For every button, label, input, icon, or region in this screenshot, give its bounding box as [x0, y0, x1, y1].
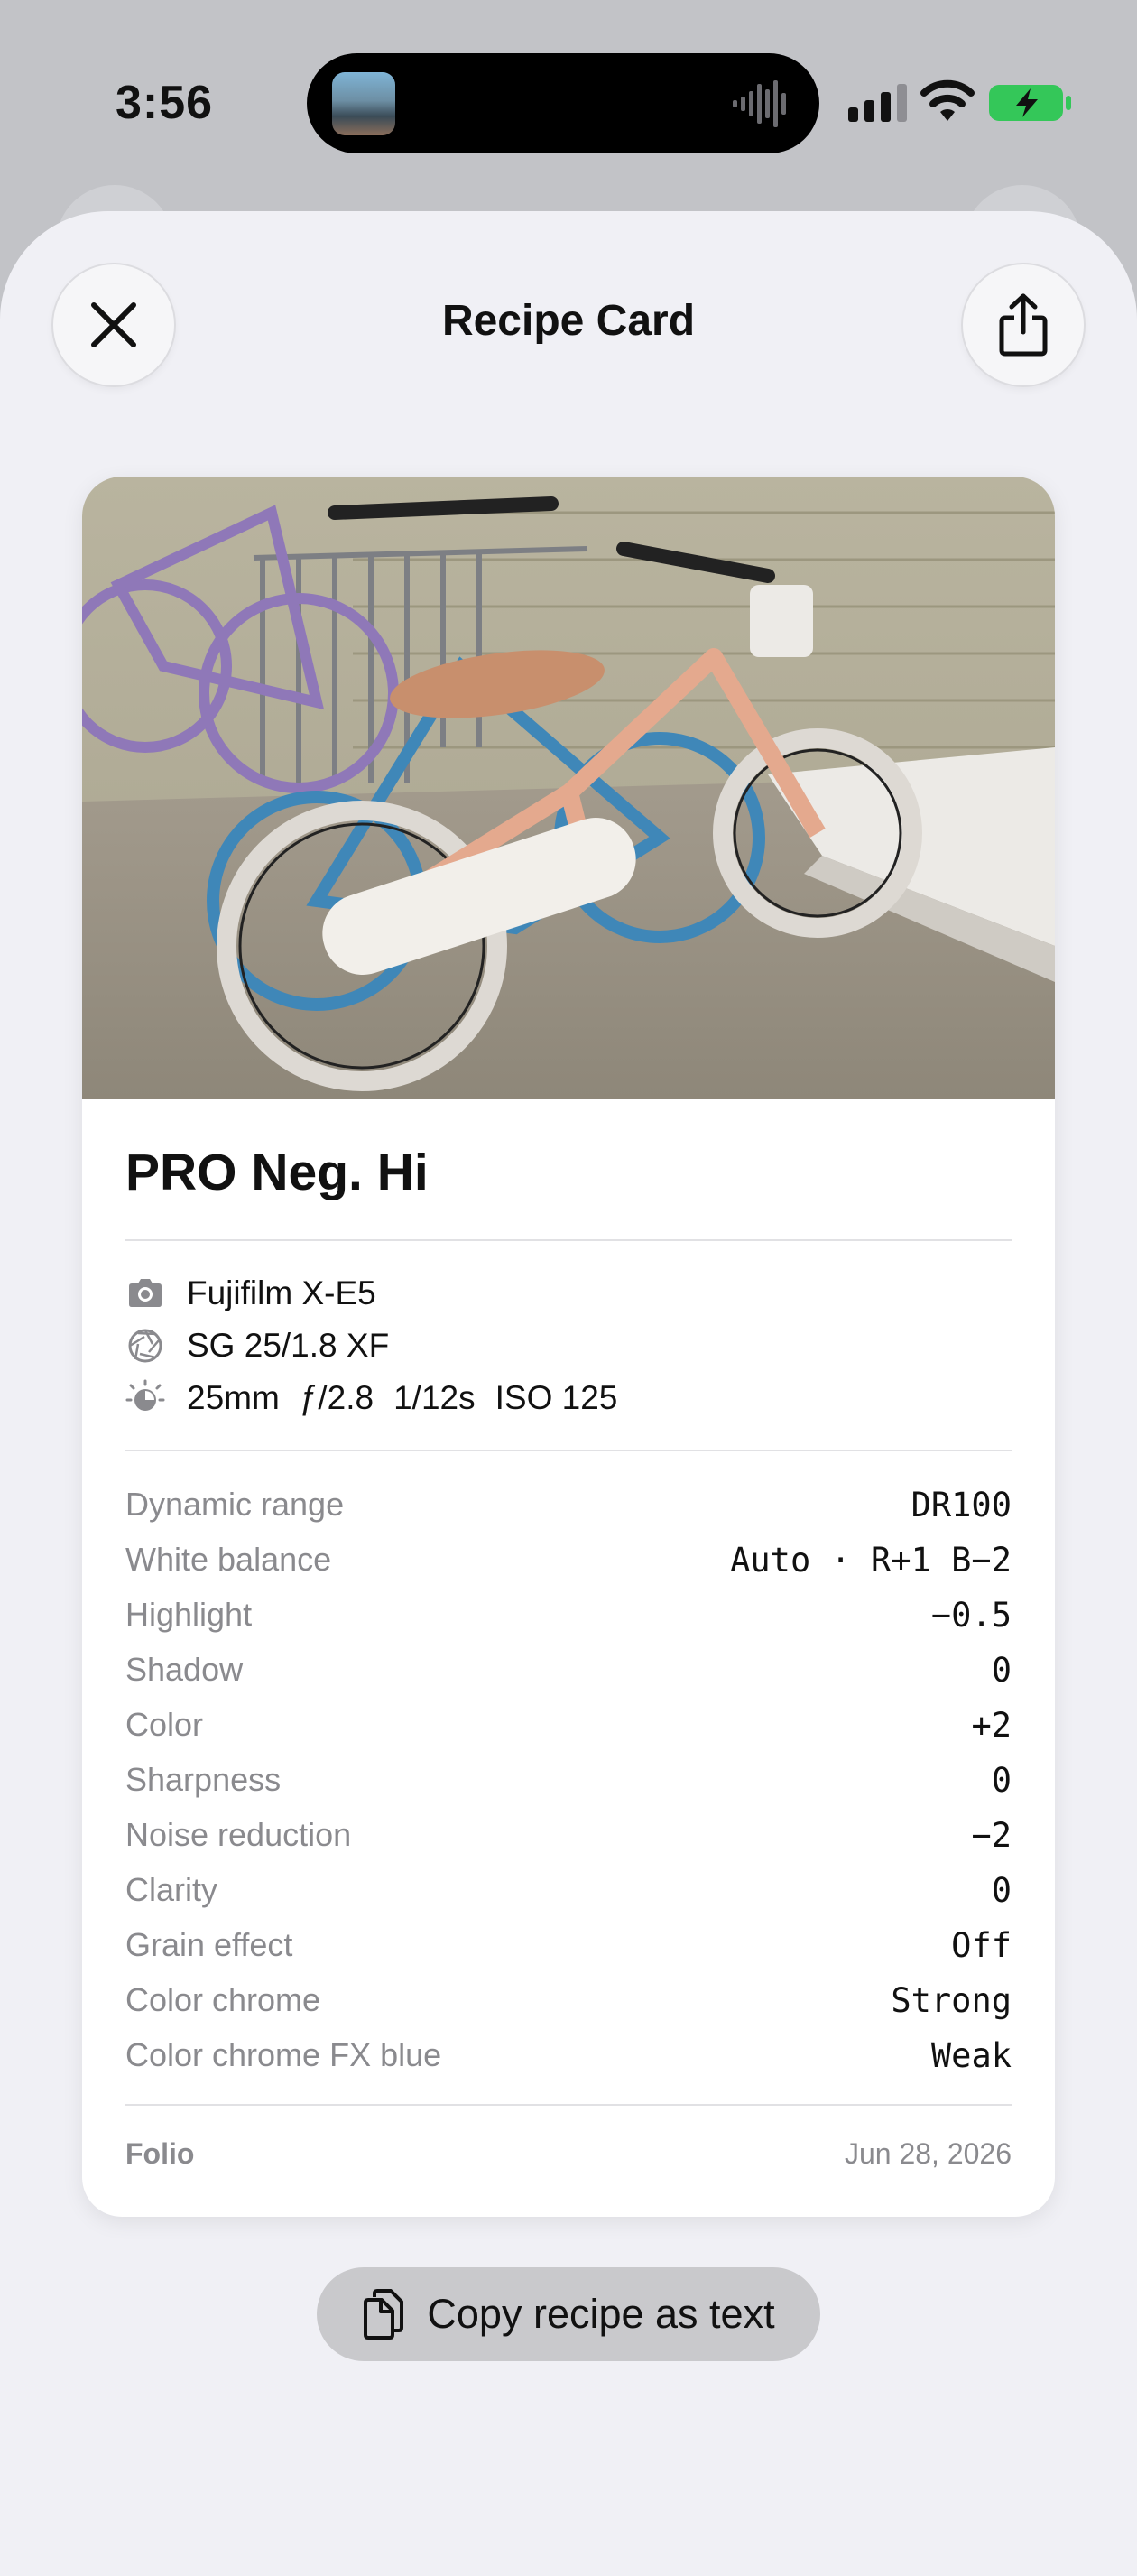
setting-value: −0.5	[930, 1596, 1012, 1635]
setting-value: 0	[991, 1761, 1012, 1800]
aperture-icon	[128, 1329, 162, 1363]
lens-model: SG 25/1.8 XF	[187, 1327, 390, 1364]
copy-icon	[364, 2289, 404, 2340]
setting-row: Grain effect Off	[125, 1921, 1012, 1975]
setting-label: Highlight	[125, 1596, 253, 1633]
share-button[interactable]	[963, 264, 1084, 385]
recipe-card: PRO Neg. Hi Fujifilm X-E5 SG 25/1.8 XF 2…	[82, 477, 1055, 2217]
setting-value: Off	[951, 1926, 1012, 1965]
setting-row: Dynamic range DR100	[125, 1480, 1012, 1534]
setting-label: Color chrome FX blue	[125, 2036, 442, 2073]
camera-icon	[129, 1279, 162, 1307]
status-time: 3:56	[116, 77, 214, 129]
setting-label: Dynamic range	[125, 1486, 345, 1523]
recipe-name: PRO Neg. Hi	[125, 1144, 429, 1201]
wifi-icon	[920, 79, 975, 121]
sample-photo[interactable]	[82, 477, 1055, 1099]
setting-label: White balance	[125, 1541, 332, 1578]
setting-value: 0	[991, 1651, 1012, 1690]
setting-value: Weak	[930, 2036, 1012, 2075]
setting-row: Clarity 0	[125, 1866, 1012, 1920]
setting-label: Sharpness	[125, 1761, 282, 1798]
setting-label: Noise reduction	[125, 1816, 352, 1853]
aperture-value: ƒ/2.8	[299, 1379, 374, 1416]
setting-value: DR100	[911, 1486, 1012, 1524]
setting-label: Grain effect	[125, 1926, 293, 1963]
setting-row: Noise reduction −2	[125, 1811, 1012, 1865]
divider	[125, 1450, 1012, 1451]
audio-waveform-icon	[733, 80, 786, 127]
exposure-row: 25mm ƒ/2.8 1/12s ISO 125	[125, 1376, 637, 1421]
setting-label: Clarity	[125, 1871, 218, 1908]
setting-row: Shadow 0	[125, 1645, 1012, 1700]
setting-row: Color +2	[125, 1700, 1012, 1755]
setting-row: Highlight −0.5	[125, 1590, 1012, 1645]
setting-row: White balance Auto · R+1 B−2	[125, 1535, 1012, 1589]
exposure-values: 25mm ƒ/2.8 1/12s ISO 125	[187, 1379, 637, 1417]
setting-label: Shadow	[125, 1651, 244, 1688]
camera-row: Fujifilm X-E5	[125, 1271, 376, 1316]
copy-recipe-label: Copy recipe as text	[427, 2291, 775, 2337]
dynamic-island[interactable]	[307, 53, 819, 153]
setting-value: Strong	[891, 1981, 1012, 2020]
lens-row: SG 25/1.8 XF	[125, 1323, 389, 1368]
cellular-signal-icon	[848, 84, 907, 122]
divider	[125, 2104, 1012, 2106]
now-playing-thumbnail	[332, 72, 395, 135]
setting-value: −2	[971, 1816, 1012, 1855]
shutter-speed: 1/12s	[393, 1379, 476, 1416]
setting-label: Color	[125, 1706, 204, 1743]
setting-value: 0	[991, 1871, 1012, 1910]
setting-row: Color chrome FX blue Weak	[125, 2031, 1012, 2085]
setting-row: Color chrome Strong	[125, 1976, 1012, 2030]
focal-length: 25mm	[187, 1379, 280, 1416]
setting-row: Sharpness 0	[125, 1756, 1012, 1810]
recipe-date: Jun 28, 2026	[844, 2137, 1012, 2170]
setting-value: Auto · R+1 B−2	[730, 1541, 1012, 1580]
divider	[125, 1239, 1012, 1241]
setting-label: Color chrome	[125, 1981, 321, 2018]
brand-label: Folio	[125, 2137, 195, 2170]
iso-value: ISO 125	[495, 1379, 618, 1416]
battery-charging-icon	[989, 85, 1071, 121]
exposure-icon	[125, 1379, 165, 1411]
share-icon	[999, 293, 1048, 357]
status-bar: 3:56	[0, 0, 1137, 208]
setting-value: +2	[971, 1706, 1012, 1745]
copy-recipe-button[interactable]: Copy recipe as text	[317, 2267, 820, 2361]
camera-model: Fujifilm X-E5	[187, 1274, 376, 1311]
